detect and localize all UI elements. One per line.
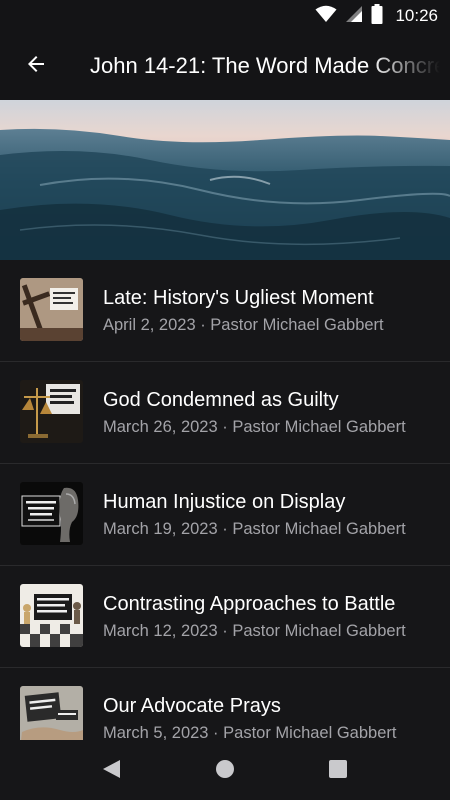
- sermon-thumbnail: [20, 584, 83, 647]
- series-hero-image: [0, 100, 450, 260]
- sermon-subtitle: April 2, 2023 · Pastor Michael Gabbert: [103, 316, 384, 334]
- page-title: John 14-21: The Word Made Concrete: [90, 53, 440, 78]
- sermon-thumbnail: [20, 686, 83, 740]
- app-bar: John 14-21: The Word Made Concrete: [0, 32, 450, 100]
- battery-icon: [371, 3, 383, 29]
- list-item[interactable]: Contrasting Approaches to Battle March 1…: [0, 566, 450, 668]
- sermon-thumbnail: [20, 482, 83, 545]
- nav-back-button[interactable]: [100, 758, 126, 784]
- sermon-subtitle: March 5, 2023 · Pastor Michael Gabbert: [103, 724, 397, 740]
- signal-icon: [345, 5, 363, 28]
- nav-home-button[interactable]: [214, 758, 240, 784]
- sermon-title: Contrasting Approaches to Battle: [103, 593, 396, 615]
- nav-recents-button[interactable]: [327, 758, 353, 784]
- list-item[interactable]: God Condemned as Guilty March 26, 2023 ·…: [0, 362, 450, 464]
- sermon-subtitle: March 26, 2023 · Pastor Michael Gabbert: [103, 418, 406, 436]
- status-icons: 10:26: [315, 0, 438, 32]
- sermon-title: Our Advocate Prays: [103, 695, 281, 717]
- sermon-title: God Condemned as Guilty: [103, 389, 339, 411]
- list-item[interactable]: Human Injustice on Display March 19, 202…: [0, 464, 450, 566]
- circle-home-icon: [214, 760, 236, 784]
- sermon-title: Late: History's Ugliest Moment: [103, 287, 374, 309]
- sermon-thumbnail: [20, 278, 83, 341]
- sermon-subtitle: March 12, 2023 · Pastor Michael Gabbert: [103, 622, 406, 640]
- arrow-left-icon: [24, 52, 48, 81]
- list-item[interactable]: Our Advocate Prays March 5, 2023 · Pasto…: [0, 668, 450, 740]
- sermon-title: Human Injustice on Display: [103, 491, 346, 513]
- back-button[interactable]: [14, 44, 58, 88]
- sermon-thumbnail: [20, 380, 83, 443]
- sermon-list: Late: History's Ugliest Moment April 2, …: [0, 260, 450, 740]
- wifi-icon: [315, 5, 337, 28]
- system-nav-bar: [0, 740, 450, 800]
- sermon-subtitle: March 19, 2023 · Pastor Michael Gabbert: [103, 520, 406, 538]
- square-recents-icon: [327, 760, 349, 784]
- status-bar: 10:26: [0, 0, 450, 32]
- list-item[interactable]: Late: History's Ugliest Moment April 2, …: [0, 260, 450, 362]
- triangle-back-icon: [100, 760, 122, 784]
- status-time: 10:26: [395, 6, 438, 25]
